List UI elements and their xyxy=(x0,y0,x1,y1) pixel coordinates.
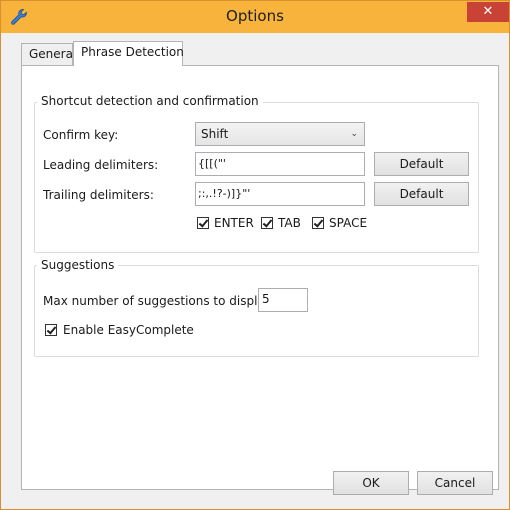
close-button[interactable]: ✕ xyxy=(467,2,509,22)
cancel-button[interactable]: Cancel xyxy=(417,471,493,495)
space-checkbox[interactable] xyxy=(312,217,324,229)
options-window: Options ✕ General Phrase Detection Short… xyxy=(0,0,510,510)
suggestions-group xyxy=(34,265,479,357)
leading-default-button[interactable]: Default xyxy=(374,152,469,176)
enable-easycomplete-checkbox[interactable] xyxy=(45,324,57,336)
confirm-key-label: Confirm key: xyxy=(43,128,119,142)
max-suggestions-input[interactable]: 5 xyxy=(258,288,308,312)
shortcut-group-title: Shortcut detection and confirmation xyxy=(37,94,263,108)
tab-general[interactable]: General xyxy=(21,43,76,65)
dialog-content: General Phrase Detection Shortcut detect… xyxy=(7,33,503,503)
confirm-key-value: Shift xyxy=(201,127,229,141)
tab-label: TAB xyxy=(278,216,301,230)
close-icon: ✕ xyxy=(482,4,494,19)
confirm-key-select[interactable]: Shift ⌄ xyxy=(195,122,365,146)
trailing-default-button[interactable]: Default xyxy=(374,182,469,206)
title-bar[interactable]: Options ✕ xyxy=(1,1,509,33)
window-title: Options xyxy=(226,7,284,25)
space-label: SPACE xyxy=(329,216,368,230)
tab-phrase-detection[interactable]: Phrase Detection xyxy=(73,41,184,66)
enable-easycomplete-label: Enable EasyComplete xyxy=(63,323,194,337)
trailing-delimiters-input[interactable]: ;:,.!?-)]}"' xyxy=(195,182,365,206)
chevron-down-icon: ⌄ xyxy=(350,129,358,139)
enter-label: ENTER xyxy=(214,216,254,230)
trailing-delimiters-label: Trailing delimiters: xyxy=(43,188,154,202)
suggestions-group-title: Suggestions xyxy=(37,258,119,272)
enter-checkbox[interactable] xyxy=(197,217,209,229)
ok-button[interactable]: OK xyxy=(333,471,409,495)
leading-delimiters-label: Leading delimiters: xyxy=(43,158,159,172)
tab-checkbox[interactable] xyxy=(261,217,273,229)
leading-delimiters-input[interactable]: {[[("' xyxy=(195,152,365,176)
max-suggestions-label: Max number of suggestions to display: xyxy=(43,294,276,308)
